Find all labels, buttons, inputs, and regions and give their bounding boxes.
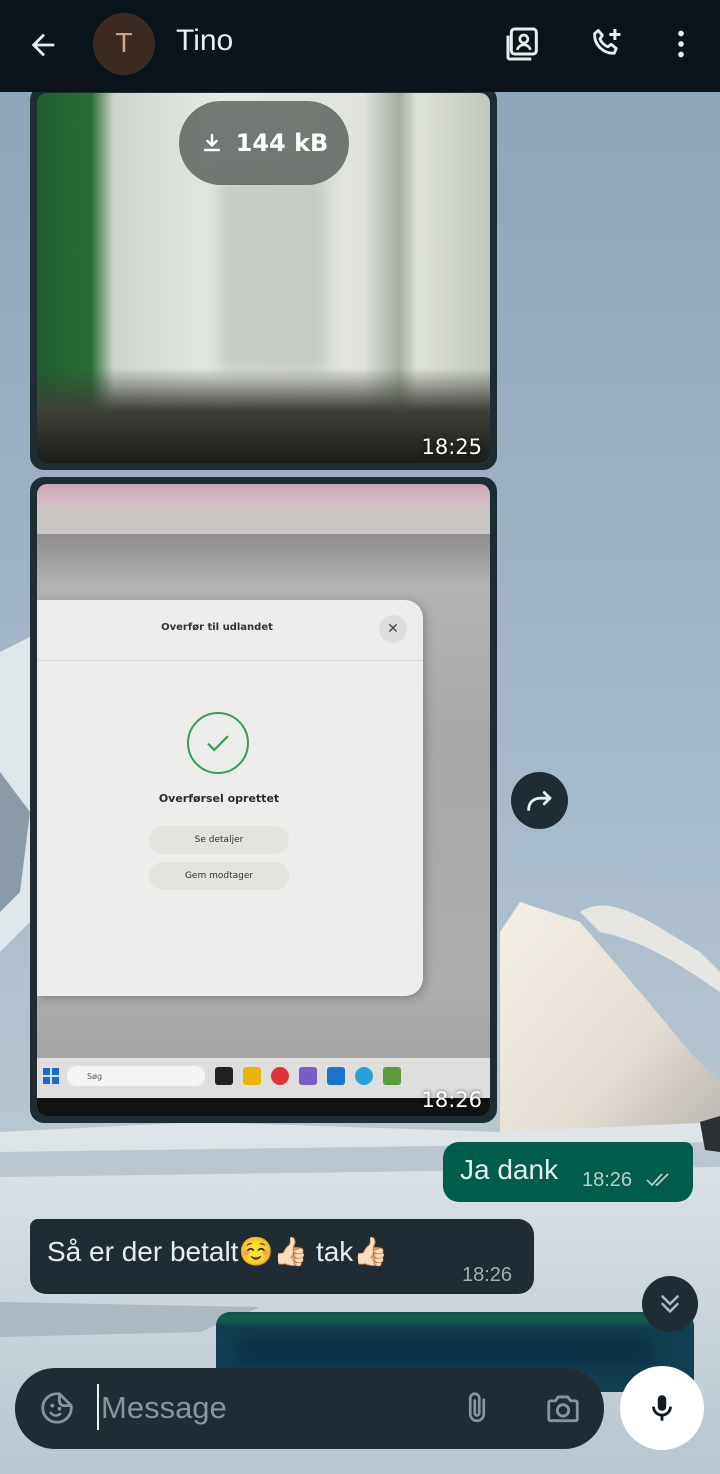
photo-button-details: Se detaljer bbox=[149, 826, 289, 854]
download-icon bbox=[203, 133, 220, 152]
attach-button[interactable] bbox=[455, 1386, 499, 1430]
close-icon: ✕ bbox=[379, 615, 407, 643]
forward-icon bbox=[526, 790, 551, 811]
message-time: 18:26 bbox=[421, 1088, 482, 1112]
contact-card-button[interactable] bbox=[499, 20, 547, 68]
message-text: Ja dank bbox=[460, 1154, 559, 1185]
add-call-icon bbox=[593, 28, 621, 55]
read-ticks-icon bbox=[646, 1171, 676, 1193]
contact-card-icon bbox=[506, 27, 538, 61]
message-time: 18:25 bbox=[421, 435, 482, 459]
message-input[interactable] bbox=[101, 1382, 421, 1434]
microphone-icon bbox=[652, 1395, 672, 1421]
scroll-to-bottom-button[interactable] bbox=[642, 1276, 698, 1332]
message-text: Så er der betalt☺️👍🏻 tak👍🏻 bbox=[47, 1236, 389, 1267]
image-message[interactable]: 144 kB 18:25 bbox=[30, 86, 497, 470]
sticker-emoji-icon bbox=[41, 1392, 73, 1424]
photo-dialog-title: Overfør til udlandet bbox=[161, 622, 273, 633]
photo-taskbar-search: Søg bbox=[67, 1066, 205, 1086]
back-button[interactable] bbox=[20, 22, 66, 68]
download-button[interactable]: 144 kB bbox=[179, 101, 349, 185]
photo-thumbnail: Overfør til udlandet ✕ Overførsel oprett… bbox=[37, 484, 490, 1116]
photo-dialog: Overfør til udlandet ✕ Overførsel oprett… bbox=[37, 600, 423, 996]
paperclip-icon bbox=[468, 1392, 486, 1423]
monitor-photo: Overfør til udlandet ✕ Overførsel oprett… bbox=[37, 484, 490, 1116]
text-caret bbox=[97, 1384, 99, 1430]
back-arrow-icon bbox=[31, 33, 55, 57]
photo-success-text: Overførsel oprettet bbox=[158, 792, 280, 805]
image-message-photo[interactable]: Overfør til udlandet ✕ Overførsel oprett… bbox=[30, 477, 497, 1123]
outgoing-message[interactable]: Ja dank 18:26 bbox=[443, 1142, 693, 1202]
windows-icon bbox=[43, 1068, 59, 1084]
message-time: 18:26 bbox=[462, 1264, 513, 1286]
forward-button[interactable] bbox=[511, 772, 568, 829]
voice-message-button[interactable] bbox=[620, 1366, 704, 1450]
message-composer bbox=[15, 1368, 604, 1449]
contact-name[interactable]: Tino bbox=[176, 24, 233, 58]
emoji-button[interactable] bbox=[35, 1386, 79, 1430]
more-vert-icon bbox=[678, 30, 684, 58]
incoming-message[interactable]: Så er der betalt☺️👍🏻 tak👍🏻 18:26 bbox=[30, 1219, 534, 1294]
chat-header: T Tino bbox=[0, 0, 720, 92]
add-call-button[interactable] bbox=[583, 20, 631, 68]
photo-button-save: Gem modtager bbox=[149, 862, 289, 890]
avatar[interactable]: T bbox=[93, 13, 155, 75]
checkmark-icon bbox=[187, 712, 249, 774]
more-options-button[interactable] bbox=[657, 20, 705, 68]
message-time: 18:26 bbox=[582, 1169, 633, 1191]
camera-icon bbox=[547, 1395, 579, 1423]
camera-button[interactable] bbox=[539, 1386, 587, 1430]
double-chevron-down-icon bbox=[661, 1295, 679, 1313]
download-size: 144 kB bbox=[235, 129, 329, 157]
